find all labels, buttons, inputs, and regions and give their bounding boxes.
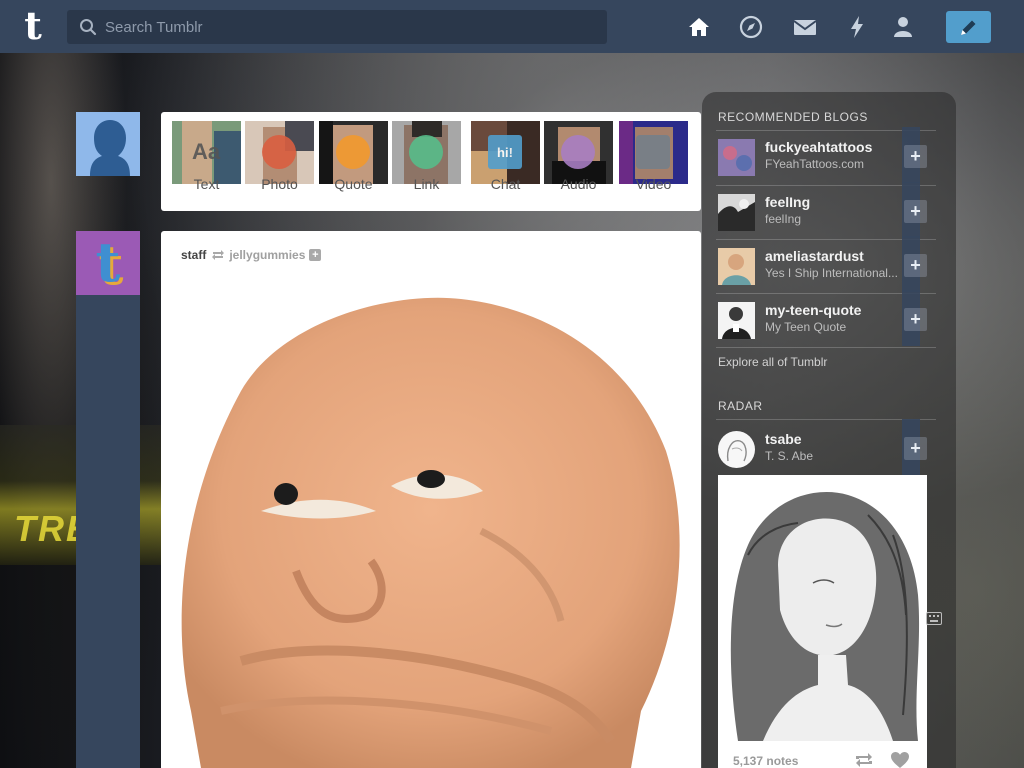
post-type-link[interactable]	[392, 121, 461, 184]
chat-bubble-icon: hi!	[488, 135, 522, 169]
blog-avatar	[718, 302, 755, 339]
link-chain-icon	[409, 135, 443, 169]
recommended-blog-row[interactable]: my-teen-quote My Teen Quote +	[716, 290, 936, 352]
post-type-text-label: Text	[193, 176, 220, 192]
radar-notes-count[interactable]: 5,137 notes	[733, 754, 798, 768]
radar-blog-name[interactable]: tsabe	[765, 431, 905, 447]
reblog-icon[interactable]	[854, 752, 874, 768]
blog-title: My Teen Quote	[765, 320, 847, 334]
post-type-audio-label: Audio	[560, 176, 597, 192]
headphones-icon	[561, 135, 595, 169]
post-type-quote-label: Quote	[334, 176, 373, 192]
radar-blog-title: T. S. Abe	[765, 449, 814, 463]
default-avatar-silhouette-icon	[76, 112, 140, 176]
inbox-mail-icon[interactable]	[792, 14, 818, 40]
activity-lightning-icon[interactable]	[844, 14, 870, 40]
search-box[interactable]	[67, 10, 607, 44]
account-person-icon[interactable]	[890, 14, 916, 40]
video-camera-icon	[636, 135, 670, 169]
blog-name[interactable]: ameliastardust	[765, 248, 905, 264]
user-avatar[interactable]	[76, 112, 140, 176]
left-rail	[76, 231, 140, 768]
text-glyph-icon: Aa	[191, 139, 221, 164]
compose-post-button[interactable]	[946, 11, 991, 43]
top-header: t	[0, 0, 1024, 53]
follow-radar-blog-button[interactable]: +	[904, 437, 927, 460]
radar-post-card: 5,137 notes	[718, 475, 927, 768]
search-icon	[80, 19, 97, 36]
radar-heading: RADAR	[718, 399, 763, 413]
post-type-quote[interactable]	[319, 121, 388, 184]
follow-blog-button[interactable]: +	[904, 145, 927, 168]
heart-like-icon[interactable]	[890, 751, 910, 768]
post-type-video-label: Video	[635, 176, 672, 192]
recommended-blogs-heading: RECOMMENDED BLOGS	[718, 110, 868, 124]
post-type-chat[interactable]: hi!	[471, 121, 540, 184]
post-type-photo[interactable]	[245, 121, 314, 184]
dashboard-post: staff jellygummies +	[161, 231, 701, 768]
post-type-text[interactable]: Aa	[172, 121, 241, 184]
staff-avatar[interactable]: t	[76, 231, 140, 295]
blog-title: FYeahTattoos.com	[765, 157, 864, 171]
post-photo[interactable]	[161, 281, 701, 768]
post-type-chooser: Aa Text Photo Quote Link hi! Chat Audio	[161, 112, 701, 211]
radar-blog-row[interactable]: tsabe T. S. Abe +	[716, 419, 936, 481]
blog-avatar	[718, 194, 755, 231]
pencil-icon	[961, 20, 976, 35]
explore-all-link[interactable]: Explore all of Tumblr	[718, 355, 827, 369]
reblog-icon	[212, 250, 225, 260]
radar-blog-avatar	[718, 431, 755, 468]
radar-post-photo[interactable]	[718, 475, 927, 741]
post-type-chat-label: Chat	[490, 176, 521, 192]
camera-icon	[262, 135, 296, 169]
post-type-link-label: Link	[413, 176, 440, 192]
explore-compass-icon[interactable]	[738, 14, 764, 40]
blog-name[interactable]: fuckyeahtattoos	[765, 139, 905, 155]
follow-blog-button[interactable]: +	[904, 308, 927, 331]
follow-blog-button[interactable]: +	[904, 200, 927, 223]
blog-title: feelIng	[765, 212, 802, 226]
tumblr-logo[interactable]: t	[17, 7, 49, 46]
blog-avatar	[718, 139, 755, 176]
search-input[interactable]	[105, 10, 595, 44]
home-icon[interactable]	[686, 14, 712, 40]
post-type-audio[interactable]	[544, 121, 613, 184]
follow-blog-button[interactable]: +	[904, 254, 927, 277]
follow-reblog-source-button[interactable]: +	[309, 249, 322, 261]
post-author[interactable]: staff	[181, 248, 206, 262]
blog-title: Yes I Ship International...	[765, 266, 898, 280]
blog-divider	[716, 347, 936, 348]
reblogged-from-blog[interactable]: jellygummies	[229, 248, 305, 262]
post-header: staff jellygummies +	[181, 247, 322, 263]
post-type-video[interactable]	[619, 121, 688, 184]
blog-avatar	[718, 248, 755, 285]
quote-mark-icon	[336, 135, 370, 169]
blog-name[interactable]: my-teen-quote	[765, 302, 905, 318]
staff-avatar-letter: t	[95, 231, 121, 294]
keyboard-shortcuts-icon[interactable]	[926, 612, 942, 625]
post-type-photo-label: Photo	[261, 176, 298, 192]
blog-name[interactable]: feelIng	[765, 194, 905, 210]
